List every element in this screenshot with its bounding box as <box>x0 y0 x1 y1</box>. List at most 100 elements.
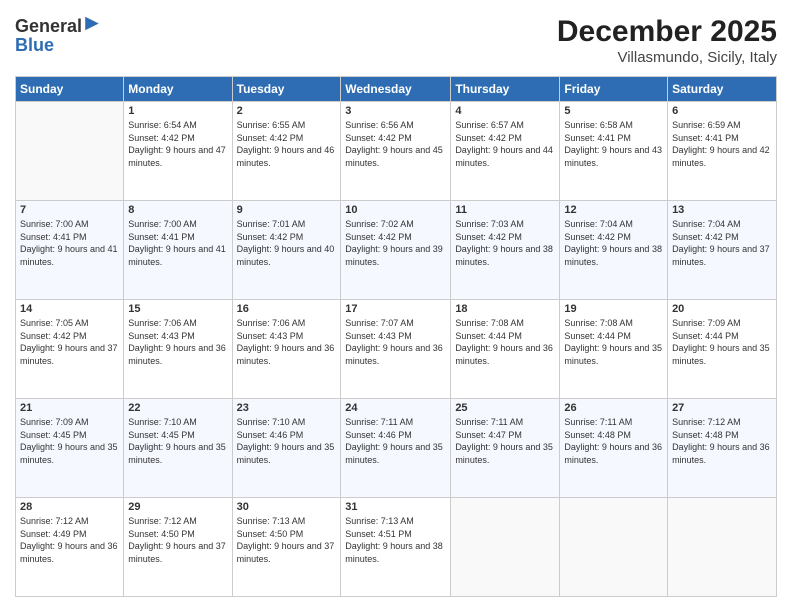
daylight-text: Daylight: 9 hours and 43 minutes. <box>564 145 662 168</box>
daylight-text: Daylight: 9 hours and 35 minutes. <box>672 343 770 366</box>
sunset-text: Sunset: 4:42 PM <box>564 232 631 242</box>
table-row: 30 Sunrise: 7:13 AM Sunset: 4:50 PM Dayl… <box>232 498 341 597</box>
day-info: Sunrise: 7:11 AM Sunset: 4:48 PM Dayligh… <box>564 416 663 466</box>
daylight-text: Daylight: 9 hours and 38 minutes. <box>455 244 553 267</box>
sunrise-text: Sunrise: 6:55 AM <box>237 120 306 130</box>
day-number: 7 <box>20 204 119 216</box>
col-monday: Monday <box>124 77 232 102</box>
col-friday: Friday <box>560 77 668 102</box>
day-info: Sunrise: 7:02 AM Sunset: 4:42 PM Dayligh… <box>345 218 446 268</box>
table-row: 31 Sunrise: 7:13 AM Sunset: 4:51 PM Dayl… <box>341 498 451 597</box>
day-number: 11 <box>455 204 555 216</box>
table-row <box>16 102 124 201</box>
sunset-text: Sunset: 4:45 PM <box>20 430 87 440</box>
table-row: 10 Sunrise: 7:02 AM Sunset: 4:42 PM Dayl… <box>341 201 451 300</box>
sunset-text: Sunset: 4:41 PM <box>564 133 631 143</box>
day-info: Sunrise: 7:04 AM Sunset: 4:42 PM Dayligh… <box>672 218 772 268</box>
sunset-text: Sunset: 4:43 PM <box>237 331 304 341</box>
location: Villasmundo, Sicily, Italy <box>557 49 777 66</box>
daylight-text: Daylight: 9 hours and 36 minutes. <box>455 343 553 366</box>
sunset-text: Sunset: 4:43 PM <box>345 331 412 341</box>
sunrise-text: Sunrise: 7:12 AM <box>20 516 89 526</box>
day-info: Sunrise: 6:59 AM Sunset: 4:41 PM Dayligh… <box>672 119 772 169</box>
col-wednesday: Wednesday <box>341 77 451 102</box>
day-info: Sunrise: 7:10 AM Sunset: 4:46 PM Dayligh… <box>237 416 337 466</box>
day-info: Sunrise: 6:54 AM Sunset: 4:42 PM Dayligh… <box>128 119 227 169</box>
sunrise-text: Sunrise: 7:12 AM <box>672 417 741 427</box>
sunset-text: Sunset: 4:41 PM <box>128 232 195 242</box>
daylight-text: Daylight: 9 hours and 38 minutes. <box>345 541 443 564</box>
daylight-text: Daylight: 9 hours and 35 minutes. <box>237 442 335 465</box>
day-number: 1 <box>128 105 227 117</box>
table-row: 26 Sunrise: 7:11 AM Sunset: 4:48 PM Dayl… <box>560 399 668 498</box>
daylight-text: Daylight: 9 hours and 38 minutes. <box>564 244 662 267</box>
daylight-text: Daylight: 9 hours and 35 minutes. <box>20 442 118 465</box>
table-row <box>451 498 560 597</box>
sunrise-text: Sunrise: 7:09 AM <box>672 318 741 328</box>
sunset-text: Sunset: 4:42 PM <box>345 133 412 143</box>
sunrise-text: Sunrise: 7:04 AM <box>564 219 633 229</box>
sunset-text: Sunset: 4:48 PM <box>564 430 631 440</box>
daylight-text: Daylight: 9 hours and 36 minutes. <box>564 442 662 465</box>
sunrise-text: Sunrise: 7:06 AM <box>128 318 197 328</box>
sunrise-text: Sunrise: 7:11 AM <box>345 417 413 427</box>
title-block: December 2025 Villasmundo, Sicily, Italy <box>557 15 777 66</box>
daylight-text: Daylight: 9 hours and 39 minutes. <box>345 244 443 267</box>
daylight-text: Daylight: 9 hours and 36 minutes. <box>345 343 443 366</box>
sunset-text: Sunset: 4:50 PM <box>237 529 304 539</box>
sunrise-text: Sunrise: 7:10 AM <box>237 417 306 427</box>
table-row: 11 Sunrise: 7:03 AM Sunset: 4:42 PM Dayl… <box>451 201 560 300</box>
sunrise-text: Sunrise: 7:11 AM <box>455 417 523 427</box>
day-number: 20 <box>672 303 772 315</box>
sunset-text: Sunset: 4:51 PM <box>345 529 412 539</box>
day-number: 23 <box>237 402 337 414</box>
sunrise-text: Sunrise: 7:11 AM <box>564 417 632 427</box>
table-row: 9 Sunrise: 7:01 AM Sunset: 4:42 PM Dayli… <box>232 201 341 300</box>
daylight-text: Daylight: 9 hours and 35 minutes. <box>455 442 553 465</box>
sunrise-text: Sunrise: 7:00 AM <box>20 219 89 229</box>
day-number: 24 <box>345 402 446 414</box>
table-row: 20 Sunrise: 7:09 AM Sunset: 4:44 PM Dayl… <box>668 300 777 399</box>
day-number: 17 <box>345 303 446 315</box>
sunset-text: Sunset: 4:46 PM <box>237 430 304 440</box>
calendar-row-5: 28 Sunrise: 7:12 AM Sunset: 4:49 PM Dayl… <box>16 498 777 597</box>
table-row: 23 Sunrise: 7:10 AM Sunset: 4:46 PM Dayl… <box>232 399 341 498</box>
sunrise-text: Sunrise: 6:56 AM <box>345 120 414 130</box>
daylight-text: Daylight: 9 hours and 45 minutes. <box>345 145 443 168</box>
daylight-text: Daylight: 9 hours and 37 minutes. <box>20 343 118 366</box>
table-row: 19 Sunrise: 7:08 AM Sunset: 4:44 PM Dayl… <box>560 300 668 399</box>
daylight-text: Daylight: 9 hours and 35 minutes. <box>345 442 443 465</box>
day-number: 19 <box>564 303 663 315</box>
sunrise-text: Sunrise: 7:08 AM <box>564 318 633 328</box>
sunrise-text: Sunrise: 6:58 AM <box>564 120 633 130</box>
table-row: 6 Sunrise: 6:59 AM Sunset: 4:41 PM Dayli… <box>668 102 777 201</box>
calendar-row-1: 1 Sunrise: 6:54 AM Sunset: 4:42 PM Dayli… <box>16 102 777 201</box>
daylight-text: Daylight: 9 hours and 36 minutes. <box>128 343 226 366</box>
day-number: 30 <box>237 501 337 513</box>
day-info: Sunrise: 6:56 AM Sunset: 4:42 PM Dayligh… <box>345 119 446 169</box>
day-info: Sunrise: 7:06 AM Sunset: 4:43 PM Dayligh… <box>128 317 227 367</box>
table-row: 18 Sunrise: 7:08 AM Sunset: 4:44 PM Dayl… <box>451 300 560 399</box>
day-number: 3 <box>345 105 446 117</box>
table-row: 4 Sunrise: 6:57 AM Sunset: 4:42 PM Dayli… <box>451 102 560 201</box>
table-row: 3 Sunrise: 6:56 AM Sunset: 4:42 PM Dayli… <box>341 102 451 201</box>
daylight-text: Daylight: 9 hours and 47 minutes. <box>128 145 226 168</box>
sunset-text: Sunset: 4:48 PM <box>672 430 739 440</box>
day-info: Sunrise: 7:00 AM Sunset: 4:41 PM Dayligh… <box>128 218 227 268</box>
day-info: Sunrise: 7:12 AM Sunset: 4:48 PM Dayligh… <box>672 416 772 466</box>
logo-general: General <box>15 16 82 37</box>
day-number: 12 <box>564 204 663 216</box>
calendar-row-4: 21 Sunrise: 7:09 AM Sunset: 4:45 PM Dayl… <box>16 399 777 498</box>
day-number: 25 <box>455 402 555 414</box>
sunset-text: Sunset: 4:44 PM <box>564 331 631 341</box>
sunrise-text: Sunrise: 7:09 AM <box>20 417 89 427</box>
calendar-row-2: 7 Sunrise: 7:00 AM Sunset: 4:41 PM Dayli… <box>16 201 777 300</box>
table-row: 7 Sunrise: 7:00 AM Sunset: 4:41 PM Dayli… <box>16 201 124 300</box>
day-info: Sunrise: 7:04 AM Sunset: 4:42 PM Dayligh… <box>564 218 663 268</box>
sunrise-text: Sunrise: 7:02 AM <box>345 219 414 229</box>
col-saturday: Saturday <box>668 77 777 102</box>
day-info: Sunrise: 7:11 AM Sunset: 4:47 PM Dayligh… <box>455 416 555 466</box>
day-number: 2 <box>237 105 337 117</box>
sunrise-text: Sunrise: 7:04 AM <box>672 219 741 229</box>
daylight-text: Daylight: 9 hours and 36 minutes. <box>20 541 118 564</box>
